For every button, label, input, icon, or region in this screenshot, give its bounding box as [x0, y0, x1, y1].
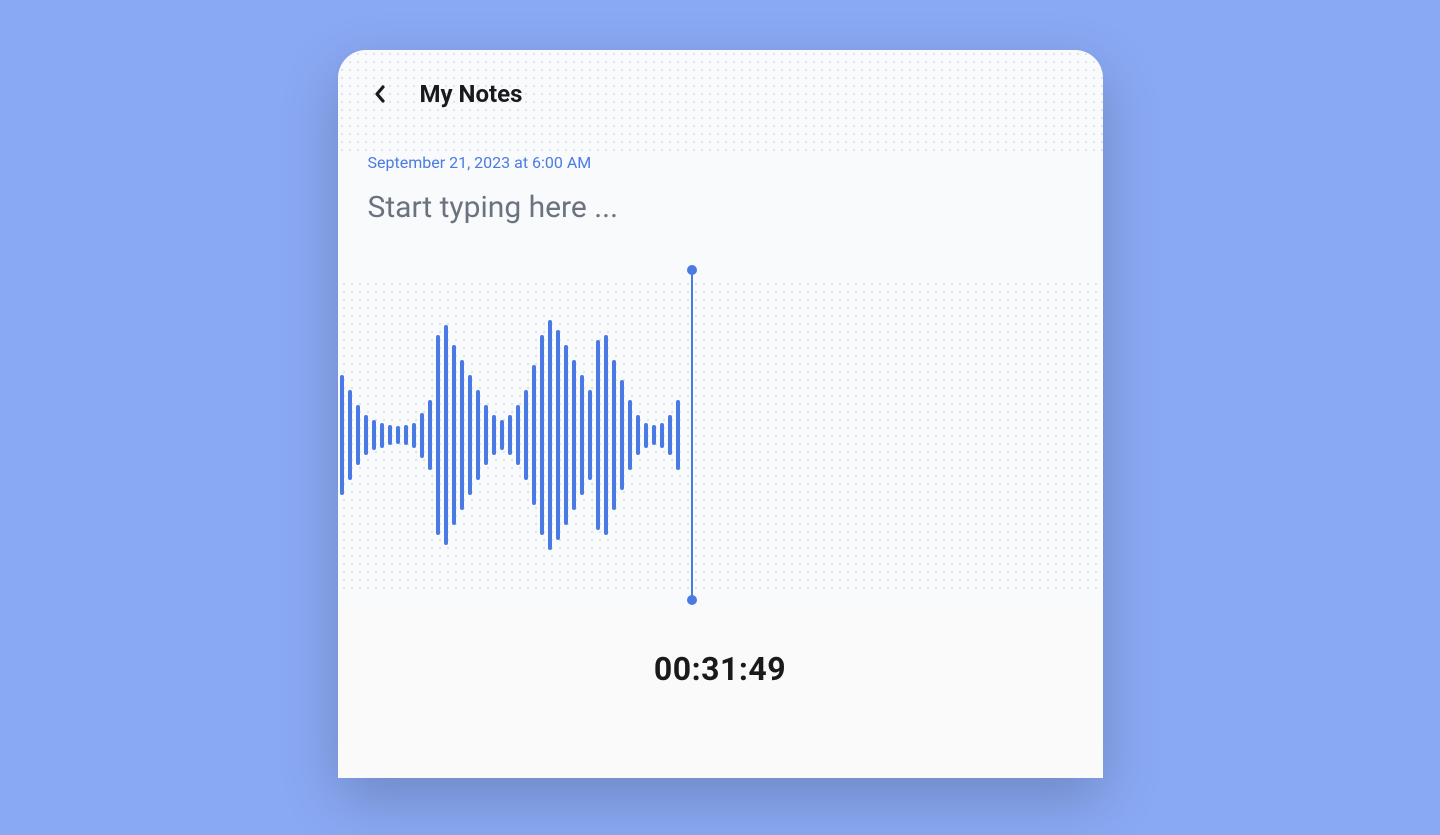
- chevron-left-icon: [373, 84, 387, 104]
- waveform-bar: [588, 390, 592, 480]
- waveform-container: [338, 265, 1103, 605]
- waveform-bar: [660, 423, 664, 448]
- waveform-bar: [340, 375, 344, 495]
- waveform-bar: [372, 420, 376, 450]
- waveform-bar: [404, 425, 408, 445]
- waveform-bar: [604, 335, 608, 535]
- waveform-bar: [652, 425, 656, 445]
- waveform-bar: [476, 390, 480, 480]
- page-title: My Notes: [420, 80, 523, 108]
- waveform-bar: [548, 320, 552, 550]
- note-text-input[interactable]: Start typing here ...: [368, 190, 1073, 225]
- waveform-bar: [484, 405, 488, 465]
- waveform-bar: [492, 415, 496, 455]
- waveform-bar: [380, 423, 384, 448]
- header: My Notes: [338, 50, 1103, 153]
- waveform-bar: [532, 365, 536, 505]
- waveform-bar: [444, 325, 448, 545]
- waveform-bar: [620, 380, 624, 490]
- waveform-bar: [348, 390, 352, 480]
- waveform-bar: [516, 405, 520, 465]
- waveform-bar: [596, 340, 600, 530]
- playhead-indicator[interactable]: [691, 270, 693, 600]
- waveform-bar: [540, 335, 544, 535]
- waveform-bar: [508, 415, 512, 455]
- note-timestamp: September 21, 2023 at 6:00 AM: [368, 153, 1073, 172]
- waveform-bar: [500, 420, 504, 450]
- waveform-bar: [388, 425, 392, 445]
- waveform-bar: [436, 335, 440, 535]
- waveform-bar: [628, 400, 632, 470]
- waveform-bar: [364, 415, 368, 455]
- waveform-bar: [564, 345, 568, 525]
- back-button[interactable]: [368, 82, 392, 106]
- waveform-bar: [644, 423, 648, 448]
- waveform-bar: [636, 415, 640, 455]
- waveform-bar: [668, 415, 672, 455]
- timer-section: 00:31:49: [338, 605, 1103, 778]
- note-card: My Notes September 21, 2023 at 6:00 AM S…: [338, 50, 1103, 778]
- waveform-bar: [412, 423, 416, 448]
- waveform-bar: [612, 360, 616, 510]
- waveform-bar: [556, 330, 560, 540]
- recording-timer: 00:31:49: [338, 650, 1103, 688]
- waveform-bar: [580, 375, 584, 495]
- waveform-bar: [356, 405, 360, 465]
- note-content: September 21, 2023 at 6:00 AM Start typi…: [338, 153, 1103, 225]
- waveform-bar: [428, 400, 432, 470]
- waveform-bar: [468, 375, 472, 495]
- waveform-bar: [420, 413, 424, 458]
- waveform-bar: [524, 390, 528, 480]
- waveform-bar: [572, 360, 576, 510]
- waveform-bar: [676, 400, 680, 470]
- audio-waveform[interactable]: [338, 265, 693, 605]
- waveform-bar: [452, 345, 456, 525]
- waveform-bar: [460, 360, 464, 510]
- waveform-bar: [396, 426, 400, 444]
